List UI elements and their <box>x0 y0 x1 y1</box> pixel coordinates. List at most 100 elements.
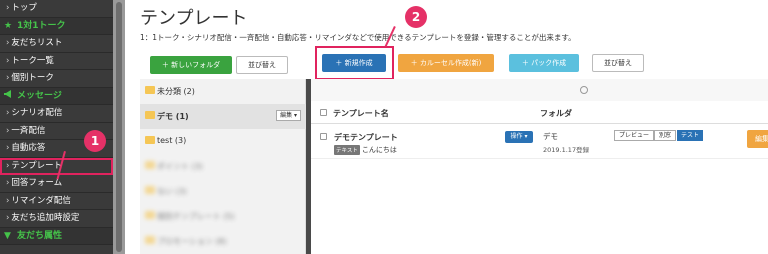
folder-label: 個別テンプレート (5) <box>157 212 235 221</box>
folder-label: ない (3) <box>157 187 187 196</box>
plus-icon: ＋ <box>521 59 532 67</box>
chevron-right-icon: › <box>6 38 10 48</box>
chevron-right-icon: › <box>6 160 10 171</box>
table-row[interactable]: デモテンプレート テキスト こんにちは 操作 ▾ デモ 2019.1.17登録 プ… <box>311 124 768 159</box>
sidebar-item-scenario[interactable]: › シナリオ配信 <box>0 105 113 123</box>
sidebar-section-one-to-one[interactable]: ★ 1対1トーク <box>0 17 113 35</box>
template-type-tag: テキスト <box>334 145 360 155</box>
search-row <box>311 79 768 101</box>
folder-label: ポイント (3) <box>157 162 203 171</box>
select-all-checkbox[interactable] <box>320 109 327 116</box>
sidebar-item-label: テンプレート <box>11 160 63 171</box>
folder-label: 未分類 (2) <box>157 87 195 96</box>
preview-button[interactable]: プレビュー <box>614 130 654 141</box>
row-action-dropdown[interactable]: 操作 ▾ <box>505 131 533 143</box>
folder-sort-button[interactable]: 並び替え <box>236 56 288 74</box>
chevron-right-icon: › <box>6 195 10 206</box>
page-title: テンプレート <box>140 8 248 29</box>
folder-icon <box>145 186 155 194</box>
sidebar-item-label: リマインダ配信 <box>11 195 71 206</box>
button-label: 新しいフォルダ <box>171 61 221 69</box>
folder-icon <box>145 161 155 169</box>
chevron-right-icon: › <box>6 73 10 83</box>
sidebar-scroll-thumb[interactable] <box>116 2 122 252</box>
sidebar-section-label: メッセージ <box>17 90 62 101</box>
plus-icon: ＋ <box>161 61 172 69</box>
folder-icon <box>145 136 155 144</box>
folder-item[interactable]: 未分類 (2) <box>140 79 306 104</box>
folder-item[interactable]: ない (3) <box>140 179 306 204</box>
star-icon: ★ <box>4 20 13 31</box>
chevron-right-icon: › <box>6 213 10 223</box>
sidebar-item-talk-list[interactable]: › トーク一覧 <box>0 53 113 70</box>
sidebar-item-top[interactable]: › トップ <box>0 0 113 18</box>
folder-label: test (3) <box>157 136 187 145</box>
folder-item[interactable]: プロモーション (8) <box>140 229 306 254</box>
chevron-right-icon: › <box>6 3 10 13</box>
sidebar-item-label: トーク一覧 <box>11 55 54 66</box>
button-label: 新規作成 <box>344 59 373 67</box>
annotation-badge-1: 1 <box>84 130 106 152</box>
chevron-right-icon: › <box>6 143 10 153</box>
sidebar-section-label: 友だち属性 <box>17 230 63 241</box>
button-label: パック作成 <box>531 59 567 67</box>
action-label: 操作 <box>510 133 523 140</box>
edit-label: 編集 <box>280 112 293 119</box>
chevron-right-icon: › <box>6 125 10 136</box>
new-create-button[interactable]: ＋ 新規作成 <box>322 54 386 72</box>
sidebar-item-template[interactable]: › テンプレート <box>0 157 113 175</box>
chevron-right-icon: › <box>6 55 10 66</box>
page-description: 1：1トーク・シナリオ配信・一斉配信・自動応答・リマインダなどで使用できるテンプ… <box>140 33 576 42</box>
sidebar-item-friends-list[interactable]: › 友だちリスト <box>0 35 113 53</box>
new-folder-button[interactable]: ＋ 新しいフォルダ <box>150 56 232 74</box>
folder-icon <box>145 86 155 94</box>
megaphone-icon <box>4 88 14 106</box>
folder-icon <box>145 236 155 244</box>
test-button[interactable]: テスト <box>677 130 703 141</box>
template-folder: デモ <box>543 132 558 141</box>
folder-item-selected[interactable]: デモ (1) 編集 ▾ <box>140 104 306 129</box>
folder-label: プロモーション (8) <box>157 237 227 246</box>
sidebar-item-label: 友だち追加時設定 <box>11 213 80 223</box>
folder-item[interactable]: 個別テンプレート (5) <box>140 204 306 229</box>
carousel-create-button[interactable]: ＋ カルーセル作成(新) <box>398 54 494 72</box>
sidebar-item-individual-talk[interactable]: › 個別トーク <box>0 70 113 88</box>
template-name: デモテンプレート <box>334 133 398 142</box>
column-header-folder: フォルダ <box>540 109 572 118</box>
column-header-name: テンプレート名 <box>333 109 389 118</box>
chevron-right-icon: › <box>6 108 10 118</box>
template-sort-button[interactable]: 並び替え <box>592 54 644 72</box>
sidebar-item-label: トップ <box>11 3 37 13</box>
sidebar-section-friend-attributes[interactable]: ▼ 友だち属性 <box>0 227 113 245</box>
filter-icon: ▼ <box>4 230 11 241</box>
folder-label: デモ (1) <box>157 112 189 121</box>
template-date: 2019.1.17登録 <box>543 146 590 154</box>
plus-icon: ＋ <box>335 59 345 67</box>
folder-item[interactable]: ポイント (3) <box>140 154 306 179</box>
folder-item[interactable]: test (3) <box>140 129 306 154</box>
sidebar-item-reminder[interactable]: › リマインダ配信 <box>0 193 113 210</box>
sidebar-item-label: 個別トーク <box>11 73 54 83</box>
table-header: テンプレート名 フォルダ <box>311 101 768 124</box>
sidebar-item-label: シナリオ配信 <box>11 108 63 118</box>
plus-icon: ＋ <box>410 59 420 67</box>
folder-open-icon <box>145 111 155 119</box>
sidebar-item-friend-add-settings[interactable]: › 友だち追加時設定 <box>0 210 113 228</box>
folder-edit-dropdown[interactable]: 編集 ▾ <box>276 110 301 121</box>
search-icon[interactable] <box>580 86 588 94</box>
sidebar-item-label: 自動応答 <box>11 143 46 153</box>
row-checkbox[interactable] <box>320 133 327 140</box>
folder-icon <box>145 211 155 219</box>
sidebar-section-message[interactable]: メッセージ <box>0 87 113 106</box>
sidebar-item-label: 一斉配信 <box>11 125 46 136</box>
edit-button[interactable]: 編集 <box>747 130 768 148</box>
button-label: カルーセル作成(新) <box>419 59 482 67</box>
separate-window-button[interactable]: 別窓 <box>654 130 676 141</box>
template-preview-text: こんにちは <box>361 146 397 154</box>
template-preview: テキスト こんにちは <box>334 145 397 155</box>
pack-create-button[interactable]: ＋ パック作成 <box>509 54 579 72</box>
sidebar-item-label: 友だちリスト <box>11 38 63 48</box>
annotation-badge-2: 2 <box>405 6 427 28</box>
chevron-right-icon: › <box>6 178 10 188</box>
sidebar-section-label: 1対1トーク <box>17 20 66 31</box>
